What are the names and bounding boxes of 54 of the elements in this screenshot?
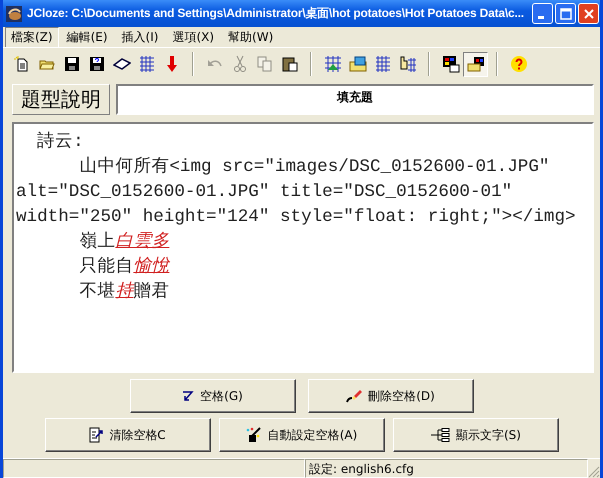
gap-word: 持 [115,282,134,302]
menu-item[interactable]: 檔案(Z) [5,26,59,48]
folder-picture-icon [348,56,366,72]
new-file-icon [14,56,30,72]
document-arrow-icon [89,427,104,443]
palette-icon [442,55,460,73]
clipboard-icon [282,56,298,72]
maximize-button[interactable] [555,3,576,24]
menu-item[interactable]: 插入(I) [116,26,164,48]
description-button[interactable]: 題型說明 [12,84,110,115]
floppy-disk-question-icon [88,56,104,72]
editor-text: width="250" height="124" style="float: right;"></img> [16,207,576,227]
editor-text: alt="DSC_0152600-01.JPG" title="DSC_0152600-01" [16,182,512,202]
return-arrow-icon [182,390,194,402]
grid-icon [138,55,154,73]
copy-icon [256,56,272,72]
magic-wand-icon [246,427,262,443]
toolbar-button[interactable] [463,52,488,76]
action-button[interactable]: 空格(G) [130,379,296,413]
app-icon [6,6,22,22]
grid-picture-icon [324,55,342,73]
editor-text: 不堪 [78,282,116,302]
editor-text: 只能自 [78,257,134,277]
close-icon [582,8,594,20]
hand-grid-icon [398,55,416,73]
scissors-icon [234,55,246,73]
minimize-button[interactable] [532,3,553,24]
close-button[interactable] [578,3,599,24]
resize-grip-icon [588,466,600,478]
editor-text: 詩云: [36,132,84,152]
window-title: JCloze: C:\Documents and Settings\Administrator\桌面\hot potatoes\Hot Potatoes Data\c... [27,5,525,22]
menu-item[interactable]: 選項(X) [166,26,220,48]
editor-text: 嶺上 [78,232,116,252]
tree-branch-icon [430,428,450,442]
gap-word: 愉悅 [133,257,170,277]
maximize-icon [560,8,572,20]
editor-text: 山中何所有<img src="images/DSC_0152600-01.JPG" [78,157,550,177]
editor-text: 贈君 [133,282,170,302]
title-field[interactable]: 填充題 [116,84,594,115]
folder-palette-icon [466,56,484,72]
menu-item[interactable]: 幫助(W) [222,26,280,48]
action-button[interactable]: 顯示文字(S) [392,418,558,452]
minimize-icon [538,16,544,18]
grid-icon [374,55,390,73]
help-icon [510,55,528,73]
text-editor[interactable]: 詩云: 山中何所有<img src="images/DSC_0152600-01.JPG" alt="DSC_0152600-01.JPG" title="DSC_0152600-01" width="250" height="124" style="float: right;"></img> 嶺上白雲多 只能自 愉悅 不堪持贈君 [12,122,594,373]
action-button[interactable]: 自動設定空格(A) [218,418,384,452]
menu-item[interactable]: 編輯(E) [60,26,114,48]
action-button[interactable]: 刪除空格(D) [308,379,474,413]
eraser-icon [346,388,362,404]
down-arrow-icon [166,55,178,73]
gap-word: 白雲多 [115,232,170,252]
action-button[interactable]: 清除空格C [44,418,210,452]
status-text: 設定: english6.cfg [305,459,588,478]
